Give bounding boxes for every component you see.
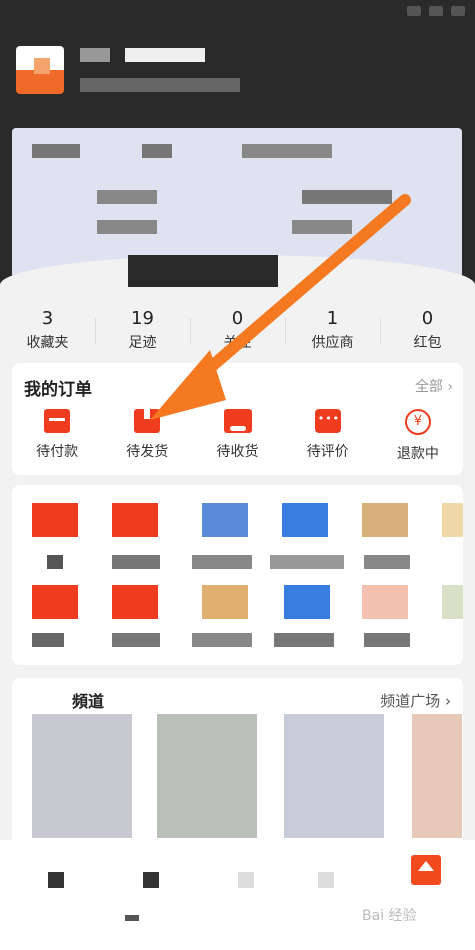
grid-tile[interactable]: [442, 585, 463, 619]
stat-favorites[interactable]: 3 收藏夹: [0, 300, 95, 360]
grid-label-blur: [192, 555, 252, 569]
grid-label-blur: [192, 633, 252, 647]
watermark: Bai 经验: [362, 908, 417, 924]
grid-label-blur: [364, 555, 410, 569]
back-to-top-button[interactable]: [411, 855, 441, 885]
grid-label-blur: [274, 633, 334, 647]
grid-tile[interactable]: [282, 503, 328, 537]
tools-grid: [12, 485, 463, 665]
tab-home-icon[interactable]: [48, 872, 64, 888]
tab-message-icon[interactable]: [238, 872, 254, 888]
status-bar: [407, 6, 465, 16]
grid-tile[interactable]: [284, 585, 330, 619]
grid-tile[interactable]: [362, 503, 408, 537]
banner-blur: [97, 220, 157, 234]
battery-icon: [451, 6, 465, 16]
stat-follows[interactable]: 0 关注: [190, 300, 285, 360]
user-id-blur: [80, 78, 240, 92]
banner-blur: [242, 144, 332, 158]
refund-icon: ¥: [404, 409, 431, 435]
username-blur: [125, 48, 205, 62]
banner-button-blur[interactable]: [128, 255, 278, 287]
grid-tile[interactable]: [442, 503, 463, 537]
grid-tile[interactable]: [32, 585, 78, 619]
grid-tile[interactable]: [112, 585, 158, 619]
tab-category-icon[interactable]: [143, 872, 159, 888]
banner-blur: [32, 144, 80, 158]
grid-tile[interactable]: [202, 503, 248, 537]
grid-tile[interactable]: [362, 585, 408, 619]
box-icon: [134, 409, 161, 433]
order-pending-payment[interactable]: 待付款: [12, 405, 102, 463]
grid-label-blur: [47, 555, 63, 569]
grid-label-blur: [112, 555, 160, 569]
grid-tile[interactable]: [112, 503, 158, 537]
avatar[interactable]: [16, 46, 64, 94]
banner-blur: [292, 220, 352, 234]
channel-product[interactable]: [412, 714, 462, 838]
banner-blur: [142, 144, 172, 158]
channel-product[interactable]: [32, 714, 132, 838]
channel-title: 頻道: [72, 692, 105, 711]
channel-product[interactable]: [284, 714, 384, 838]
username-blur: [80, 48, 110, 62]
chat-icon: [314, 409, 341, 433]
grid-label-blur: [364, 633, 410, 647]
order-refunding[interactable]: ¥ 退款中: [373, 405, 463, 463]
stat-suppliers[interactable]: 1 供应商: [285, 300, 380, 360]
grid-label-blur: [32, 633, 64, 647]
my-orders-card: 我的订单 全部 › 待付款 待发货 待收货 待评价 ¥ 退款中: [12, 363, 463, 475]
grid-label-blur: [112, 633, 160, 647]
bottom-tab-bar: [0, 840, 475, 950]
truck-icon: [223, 409, 252, 433]
grid-tile[interactable]: [202, 585, 248, 619]
orders-all-link[interactable]: 全部 ›: [415, 376, 453, 396]
signal-icon: [407, 6, 421, 16]
stat-red-packets[interactable]: 0 红包: [380, 300, 475, 360]
wallet-icon: [44, 409, 71, 433]
order-pending-review[interactable]: 待评价: [283, 405, 373, 463]
channel-square-link[interactable]: 频道广场 ›: [380, 690, 451, 711]
orders-title: 我的订单: [24, 380, 92, 400]
tab-cart-icon[interactable]: [318, 872, 334, 888]
order-pending-shipment[interactable]: 待发货: [102, 405, 192, 463]
channel-product[interactable]: [157, 714, 257, 838]
stats-row: 3 收藏夹 19 足迹 0 关注 1 供应商 0 红包: [0, 300, 475, 360]
banner-blur: [302, 190, 392, 204]
wifi-icon: [429, 6, 443, 16]
home-indicator: [125, 915, 139, 921]
banner-blur: [97, 190, 157, 204]
stat-footprints[interactable]: 19 足迹: [95, 300, 190, 360]
grid-label-blur: [270, 555, 344, 569]
grid-tile[interactable]: [32, 503, 78, 537]
order-pending-receipt[interactable]: 待收货: [192, 405, 282, 463]
